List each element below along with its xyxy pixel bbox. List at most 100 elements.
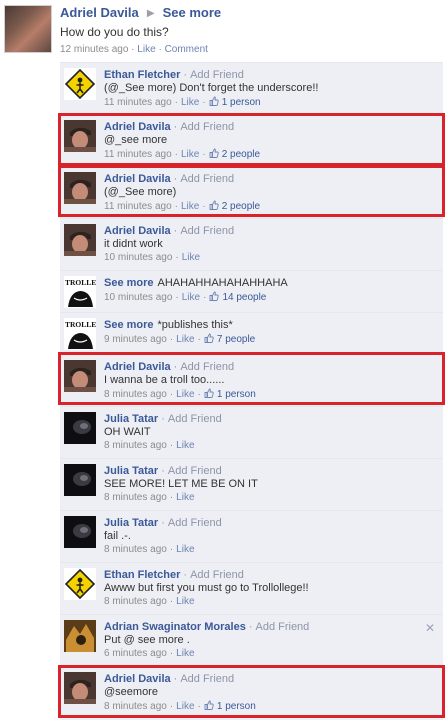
comment-author-avatar[interactable] (64, 412, 96, 444)
comment-author-avatar[interactable] (64, 120, 96, 152)
add-friend-link[interactable]: Add Friend (168, 465, 222, 477)
remove-comment-icon[interactable]: ✕ (425, 621, 435, 635)
comment-like-link[interactable]: Like (176, 596, 194, 607)
comment-like-link[interactable]: Like (181, 97, 199, 108)
comment-header: Adriel Davila · Add Friend (104, 361, 235, 373)
comment-text: SEE MORE! LET ME BE ON IT (104, 478, 258, 490)
likers-count-link[interactable]: 2 people (222, 201, 260, 212)
thumbs-up-icon (204, 700, 214, 712)
likers-count-link[interactable]: 2 people (222, 149, 260, 160)
comment-text: (@_See more) Don't forget the underscore… (104, 82, 319, 94)
add-friend-link[interactable]: Add Friend (190, 569, 244, 581)
comment-author-link[interactable]: See more (104, 319, 154, 331)
comment-author-link[interactable]: Julia Tatar (104, 413, 158, 425)
add-friend-link[interactable]: Add Friend (190, 69, 244, 81)
add-friend-link[interactable]: Add Friend (255, 621, 309, 633)
comment-like-link[interactable]: Like (181, 201, 199, 212)
comment-author-link[interactable]: See more (104, 277, 154, 289)
add-friend-link[interactable]: Add Friend (168, 517, 222, 529)
comment-author-link[interactable]: Julia Tatar (104, 465, 158, 477)
comment-text: @seemore (104, 686, 158, 698)
comment-like-link[interactable]: Like (176, 334, 194, 345)
comment-like-link[interactable]: Like (176, 648, 194, 659)
comment-author-link[interactable]: Julia Tatar (104, 517, 158, 529)
comment-like-link[interactable]: Like (176, 440, 194, 451)
comment-timestamp: 10 minutes ago (104, 292, 173, 303)
comment-meta: 11 minutes ago · Like · 2 people (104, 148, 261, 160)
add-friend-link[interactable]: Add Friend (180, 173, 234, 185)
comment-like-link[interactable]: Like (176, 701, 194, 712)
thumbs-up-icon (204, 333, 214, 345)
comment-author-link[interactable]: Adriel Davila (104, 673, 171, 685)
comment-timestamp: 9 minutes ago (104, 334, 167, 345)
comment-like-link[interactable]: Like (176, 492, 194, 503)
comment-like-link[interactable]: Like (176, 389, 194, 400)
comment-timestamp: 8 minutes ago (104, 544, 167, 555)
post-target-link[interactable]: See more (163, 5, 222, 20)
comment-meta: 9 minutes ago · Like · 7 people (104, 333, 256, 345)
profile-photo-icon (64, 412, 96, 444)
profile-photo-icon (64, 224, 96, 256)
comment-text: AHAHAHHAHAHAHHAHA (157, 277, 288, 289)
post-author-link[interactable]: Adriel Davila (60, 5, 139, 20)
post-like-link[interactable]: Like (137, 44, 155, 55)
comment-text: Put @ see more . (104, 634, 190, 646)
likers-count-link[interactable]: 1 person (222, 97, 261, 108)
comment-header: Adriel Davila · Add Friend (104, 173, 235, 185)
profile-photo-icon (64, 620, 96, 652)
likers-count-link[interactable]: 14 people (222, 292, 266, 303)
add-friend-link[interactable]: Add Friend (180, 361, 234, 373)
comment-author-avatar[interactable]: TROLLED (64, 276, 96, 308)
post-header: Adriel Davila ▶ See more (60, 5, 221, 21)
comment-timestamp: 8 minutes ago (104, 440, 167, 451)
comment-timestamp: 11 minutes ago (104, 149, 172, 160)
thumbs-up-icon (204, 388, 214, 400)
comment-text: *publishes this* (157, 319, 233, 331)
comment-author-avatar[interactable] (64, 516, 96, 548)
comment-author-link[interactable]: Ethan Fletcher (104, 569, 180, 581)
comment-author-link[interactable]: Adriel Davila (104, 361, 171, 373)
svg-text:TROLLED: TROLLED (65, 278, 96, 287)
thumbs-up-icon (209, 291, 220, 303)
comment-like-link[interactable]: Like (182, 252, 200, 263)
add-friend-link[interactable]: Add Friend (168, 413, 222, 425)
post-comment-link[interactable]: Comment (165, 44, 208, 55)
add-friend-link[interactable]: Add Friend (180, 225, 234, 237)
comment-author-avatar[interactable] (64, 464, 96, 496)
comment-like-link[interactable]: Like (176, 544, 194, 555)
likers-count-link[interactable]: 1 person (217, 701, 256, 712)
comment-author-avatar[interactable] (64, 172, 96, 204)
comment-author-link[interactable]: Adriel Davila (104, 225, 171, 237)
comment-header: Adrian Swaginator Morales · Add Friend (104, 621, 310, 633)
comment-author-avatar[interactable] (64, 68, 96, 100)
comment-timestamp: 8 minutes ago (104, 492, 167, 503)
comment-timestamp: 8 minutes ago (104, 596, 167, 607)
comment-author-link[interactable]: Adrian Swaginator Morales (104, 621, 246, 633)
comment-author-avatar[interactable] (64, 224, 96, 256)
comment-like-link[interactable]: Like (182, 292, 200, 303)
add-friend-link[interactable]: Add Friend (180, 121, 234, 133)
comment-author-avatar[interactable] (64, 672, 96, 704)
likers-count-link[interactable]: 7 people (217, 334, 255, 345)
comment-author-avatar[interactable] (64, 568, 96, 600)
comment-item: Adriel Davila · Add Friend (@_See more) 11 m… (60, 166, 443, 218)
add-friend-link[interactable]: Add Friend (180, 673, 234, 685)
comment-header: Ethan Fletcher · Add Friend (104, 69, 244, 81)
comment-author-avatar[interactable] (64, 620, 96, 652)
comment-author-avatar[interactable]: TROLLED (64, 318, 96, 350)
comment-meta: 10 minutes ago · Like (104, 252, 201, 263)
comment-author-link[interactable]: Adriel Davila (104, 121, 171, 133)
comment-meta: 8 minutes ago · Like (104, 596, 195, 607)
comment-item: TROLLED See moreAHAHAHHAHAHAHHAHA 10 minut… (60, 270, 443, 312)
likers-count-link[interactable]: 1 person (217, 389, 256, 400)
comment-meta: 6 minutes ago · Like (104, 648, 195, 659)
comment-author-link[interactable]: Ethan Fletcher (104, 69, 180, 81)
comment-author-avatar[interactable] (64, 360, 96, 392)
comment-like-link[interactable]: Like (181, 149, 199, 160)
post-author-avatar[interactable] (4, 5, 52, 53)
comment-author-link[interactable]: Adriel Davila (104, 173, 171, 185)
comment-item: Julia Tatar · Add Friend fail .-. 8 minutes … (60, 510, 443, 562)
comment-text: (@_See more) (104, 186, 177, 198)
comment-header: Ethan Fletcher · Add Friend (104, 569, 244, 581)
comment-item: Adriel Davila · Add Friend I wanna be a tro… (60, 354, 443, 406)
